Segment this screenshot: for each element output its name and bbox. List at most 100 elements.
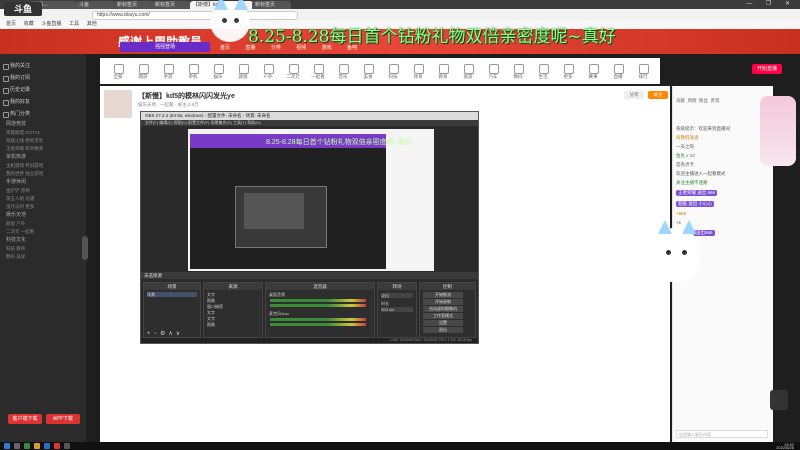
search-icon[interactable] xyxy=(14,443,20,449)
sidebar-item-subscribe[interactable]: 我的订阅 xyxy=(0,72,86,84)
bookmark[interactable]: 工具 xyxy=(69,20,79,29)
client-download-button[interactable]: 客户端下载 xyxy=(8,414,42,424)
category-item[interactable]: 全部 xyxy=(106,64,130,80)
sidebar-category[interactable]: 网游竞技 xyxy=(0,120,86,129)
sidebar-subcategory[interactable]: 主机游戏 怀旧游戏 xyxy=(0,162,86,170)
exit-button[interactable]: 退出 xyxy=(423,327,463,333)
browser-tab[interactable]: 斗鱼 xyxy=(76,1,115,9)
category-item[interactable]: 手游 xyxy=(156,64,180,80)
sidebar-subcategory[interactable]: 金铲铲 原神 xyxy=(0,187,86,195)
transition-select[interactable]: 淡出 xyxy=(381,293,413,298)
category-item[interactable]: 旅游 xyxy=(456,64,480,80)
chat-message[interactable]: 是有点卡 xyxy=(676,162,768,168)
start-live-button[interactable]: 开始直播 xyxy=(752,64,782,74)
virtual-camera-button[interactable]: 启动虚拟摄像机 xyxy=(423,306,463,312)
category-item[interactable]: 赛事 xyxy=(581,64,605,80)
banner-ad[interactable]: 强强登场 xyxy=(120,42,210,52)
sidebar-category[interactable]: 单机热游 xyxy=(0,153,86,162)
douyu-logo[interactable]: 斗鱼 xyxy=(4,2,42,16)
category-item[interactable]: 生活 xyxy=(531,64,555,80)
share-button[interactable]: 分享 xyxy=(624,91,644,99)
browser-tab[interactable]: 新标签页 xyxy=(152,1,191,9)
bookmark[interactable]: 其他 xyxy=(87,20,97,29)
category-item[interactable]: 排行 xyxy=(631,64,655,80)
sidebar-item-hot[interactable]: 热门分类 xyxy=(0,108,86,120)
rank-tab[interactable]: 贡献 xyxy=(676,98,685,103)
source-item[interactable]: 图像 xyxy=(207,322,259,327)
sidebar-category[interactable]: 娱乐天地 xyxy=(0,211,86,220)
sidebar-item-follow[interactable]: 我的关注 xyxy=(0,60,86,72)
sidebar-item-friends[interactable]: 我的好友 xyxy=(0,96,86,108)
source-item[interactable]: 窗口捕获 xyxy=(207,304,259,309)
bookmark[interactable]: 斗鱼直播 xyxy=(41,20,61,29)
category-item[interactable]: 汽车 xyxy=(481,64,505,80)
source-item[interactable]: 图像 xyxy=(207,298,259,303)
obs-preview[interactable]: 8.25-8.28每日首个钻粉礼物双倍亲密度呢~真好 xyxy=(188,129,434,271)
scene-item[interactable]: 场景 xyxy=(147,292,198,297)
sidebar-subcategory[interactable]: 第五人格 光遇 xyxy=(0,195,86,203)
app-download-button[interactable]: APP下载 xyxy=(46,414,80,424)
category-item[interactable]: 美食 xyxy=(356,64,380,80)
source-item[interactable]: 文字 xyxy=(207,310,259,315)
category-item[interactable]: 教育 xyxy=(431,64,455,80)
sidebar-category[interactable]: 手游休闲 xyxy=(0,178,86,187)
app-icon[interactable] xyxy=(24,443,30,449)
folder-icon[interactable] xyxy=(34,443,40,449)
sidebar-subcategory[interactable]: 穿越火线 绝地求生 xyxy=(0,137,86,145)
rank-tab[interactable]: 粉丝 xyxy=(699,98,708,103)
settings-button[interactable]: 设置 xyxy=(423,320,463,326)
start-icon[interactable] xyxy=(4,443,10,449)
chat-message[interactable]: 鱼丸 x 10 xyxy=(676,153,768,159)
category-item[interactable]: 二次元 xyxy=(281,64,305,80)
chat-message[interactable]: 王者荣耀 送出 666 xyxy=(676,189,768,197)
start-recording-button[interactable]: 开始录制 xyxy=(423,299,463,305)
bookmark[interactable]: 收藏 xyxy=(24,20,34,29)
category-item[interactable]: 娱乐 xyxy=(206,64,230,80)
start-streaming-button[interactable]: 开始推流 xyxy=(423,292,463,298)
category-item[interactable]: 更多 xyxy=(556,64,580,80)
browser-icon[interactable] xyxy=(44,443,50,449)
browser-tab[interactable]: 新标签页 xyxy=(114,1,153,9)
sidebar-subcategory[interactable]: 我的世界 独立游戏 xyxy=(0,170,86,178)
sidebar-subcategory[interactable]: 数码 美食 xyxy=(0,253,86,261)
nav-link[interactable]: 首页 xyxy=(220,45,230,51)
chat-message[interactable]: 欢迎主播进入一起看模式 xyxy=(676,171,768,177)
sidebar-subcategory[interactable]: 英雄联盟 DOTA2 xyxy=(0,129,86,137)
chat-message[interactable]: 一天之际 xyxy=(676,144,768,150)
avatar[interactable] xyxy=(104,90,132,118)
category-item[interactable]: 一起看 xyxy=(306,64,330,80)
rank-tab[interactable]: 周榜 xyxy=(688,98,697,103)
category-item[interactable]: 体育 xyxy=(406,64,430,80)
obs-icon[interactable] xyxy=(64,443,70,449)
sidebar-scroll-handle[interactable] xyxy=(82,236,88,260)
source-item[interactable]: 文字 xyxy=(207,292,259,297)
url-input[interactable]: https://www.douyu.com/ xyxy=(92,11,298,20)
window-controls[interactable]: — ❐ ✕ xyxy=(746,0,796,7)
rank-tab[interactable]: 贵宾 xyxy=(711,98,720,103)
obs-menubar[interactable]: 文件(F) 编辑(E) 视图(V) 配置文件(P) 场景集合(S) 工具(T) … xyxy=(141,120,478,126)
category-item[interactable]: 数码 xyxy=(506,64,530,80)
dock-toolbar-icons[interactable]: +−⚙∧∨ xyxy=(147,330,183,337)
category-item[interactable]: 户外 xyxy=(256,64,280,80)
chat-message[interactable]: 叫我何洛洛 xyxy=(676,135,768,141)
sidebar-subcategory[interactable]: 科技 教育 xyxy=(0,245,86,253)
chat-message[interactable]: 超酷 送出 小心心 xyxy=(676,200,768,208)
category-item[interactable]: 音乐 xyxy=(331,64,355,80)
chat-input[interactable]: 这里输入聊天内容 xyxy=(676,430,768,438)
sidebar-subcategory[interactable]: 颜值 户外 xyxy=(0,220,86,228)
category-item[interactable]: 科技 xyxy=(381,64,405,80)
source-item[interactable]: 文字 xyxy=(207,316,259,321)
sidebar-subcategory[interactable]: 蛋仔派对 更多 xyxy=(0,203,86,211)
bookmark[interactable]: 首页 xyxy=(6,20,16,29)
category-item[interactable]: 直播 xyxy=(606,64,630,80)
category-item[interactable]: 颜值 xyxy=(231,64,255,80)
sidebar-subcategory[interactable]: 王者荣耀 和平精英 xyxy=(0,145,86,153)
sidebar-subcategory[interactable]: 二次元 一起看 xyxy=(0,228,86,236)
sidebar-item-history[interactable]: 历史记录 xyxy=(0,84,86,96)
category-item[interactable]: 单机 xyxy=(181,64,205,80)
follow-button[interactable]: 关注 xyxy=(648,91,668,99)
browser-tab[interactable]: 新标签页 xyxy=(252,1,291,9)
chat-message[interactable]: 关注主播不迷路 xyxy=(676,180,768,186)
sidebar-category[interactable]: 科技文化 xyxy=(0,236,86,245)
chat-message[interactable]: 系统提示：欢迎来到直播间 xyxy=(676,126,768,132)
